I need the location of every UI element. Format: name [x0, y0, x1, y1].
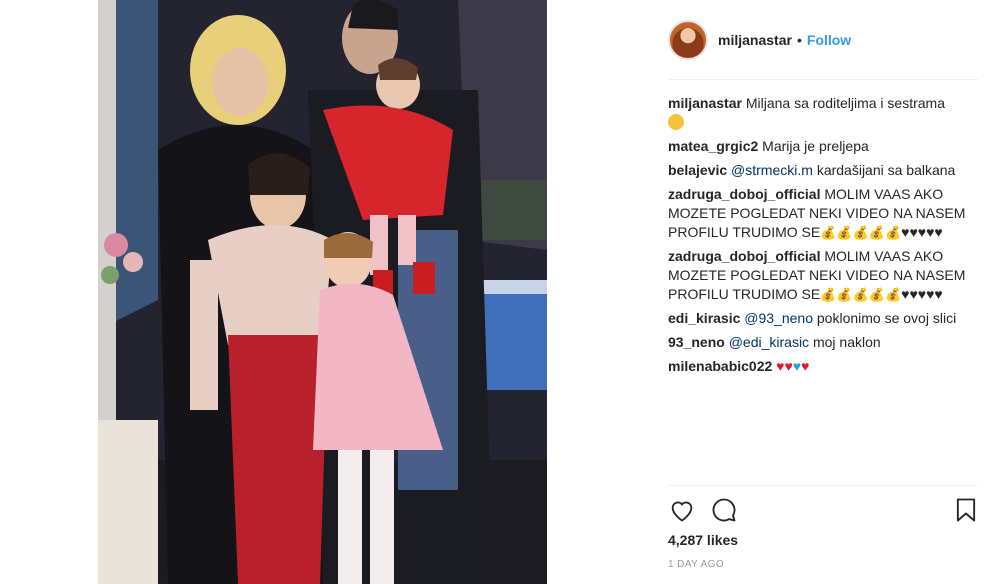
list-item: belajevic @strmecki.m kardašijani sa bal… — [668, 161, 978, 180]
action-bar — [668, 485, 978, 534]
comment-text: Marija je preljepa — [762, 138, 869, 154]
separator-dot: • — [796, 31, 802, 48]
comment-user[interactable]: 93_neno — [668, 334, 725, 350]
post-timestamp[interactable]: 1 DAY AGO — [668, 559, 724, 570]
comment-text: Miljana sa roditeljima i sestrama — [745, 95, 946, 111]
list-item: matea_grgic2 Marija je preljepa — [668, 137, 978, 156]
money-bag-icon: 💰💰💰💰💰 — [820, 287, 902, 302]
mention-link[interactable]: @93_neno — [744, 310, 813, 326]
money-bag-icon: 💰💰💰💰💰 — [820, 225, 902, 240]
comment-user[interactable]: belajevic — [668, 162, 727, 178]
black-hearts: ♥♥♥♥♥ — [901, 286, 943, 302]
follow-button[interactable]: Follow — [807, 32, 851, 48]
comment-text: kardašijani sa balkana — [816, 162, 956, 178]
comment-user[interactable]: edi_kirasic — [668, 310, 740, 326]
header-username[interactable]: miljanastar — [718, 32, 792, 48]
blue-heart-icon: ♥ — [792, 358, 802, 374]
avatar[interactable] — [668, 19, 708, 60]
post-photo[interactable] — [98, 0, 547, 584]
list-item: 93_neno @edi_kirasic moj naklon — [668, 333, 978, 352]
comment-text: poklonimo se ovoj slici — [816, 310, 957, 326]
post-header: miljanastar • Follow — [668, 0, 978, 80]
tears-of-joy-icon — [668, 114, 684, 130]
likes-count[interactable]: 4,287 likes — [668, 532, 738, 548]
black-hearts: ♥♥♥♥♥ — [901, 224, 943, 240]
red-heart-icon: ♥ — [784, 358, 793, 374]
comment-list: miljanastar Miljana sa roditeljima i ses… — [668, 80, 978, 376]
mention-link[interactable]: @edi_kirasic — [729, 334, 809, 350]
comment-text: moj naklon — [812, 334, 881, 350]
list-item: milenababic022 ♥♥♥♥ — [668, 357, 978, 376]
photo-illustration — [98, 0, 547, 584]
heart-icon[interactable] — [668, 496, 696, 524]
list-item: zadruga_doboj_official MOLIM VAAS AKO MO… — [668, 247, 978, 304]
photo-area — [0, 0, 655, 584]
list-item: zadruga_doboj_official MOLIM VAAS AKO MO… — [668, 185, 978, 242]
comment-user[interactable]: zadruga_doboj_official — [668, 186, 820, 202]
mention-link[interactable]: @strmecki.m — [731, 162, 813, 178]
comment-user[interactable]: miljanastar — [668, 95, 742, 111]
caption: miljanastar Miljana sa roditeljima i ses… — [668, 94, 978, 132]
list-item: edi_kirasic @93_neno poklonimo se ovoj s… — [668, 309, 978, 328]
comment-icon[interactable] — [710, 496, 738, 524]
comment-user[interactable]: matea_grgic2 — [668, 138, 758, 154]
bookmark-icon[interactable] — [952, 496, 980, 524]
red-heart-icon: ♥ — [801, 358, 810, 374]
comment-user[interactable]: milenababic022 — [668, 358, 772, 374]
comment-user[interactable]: zadruga_doboj_official — [668, 248, 820, 264]
